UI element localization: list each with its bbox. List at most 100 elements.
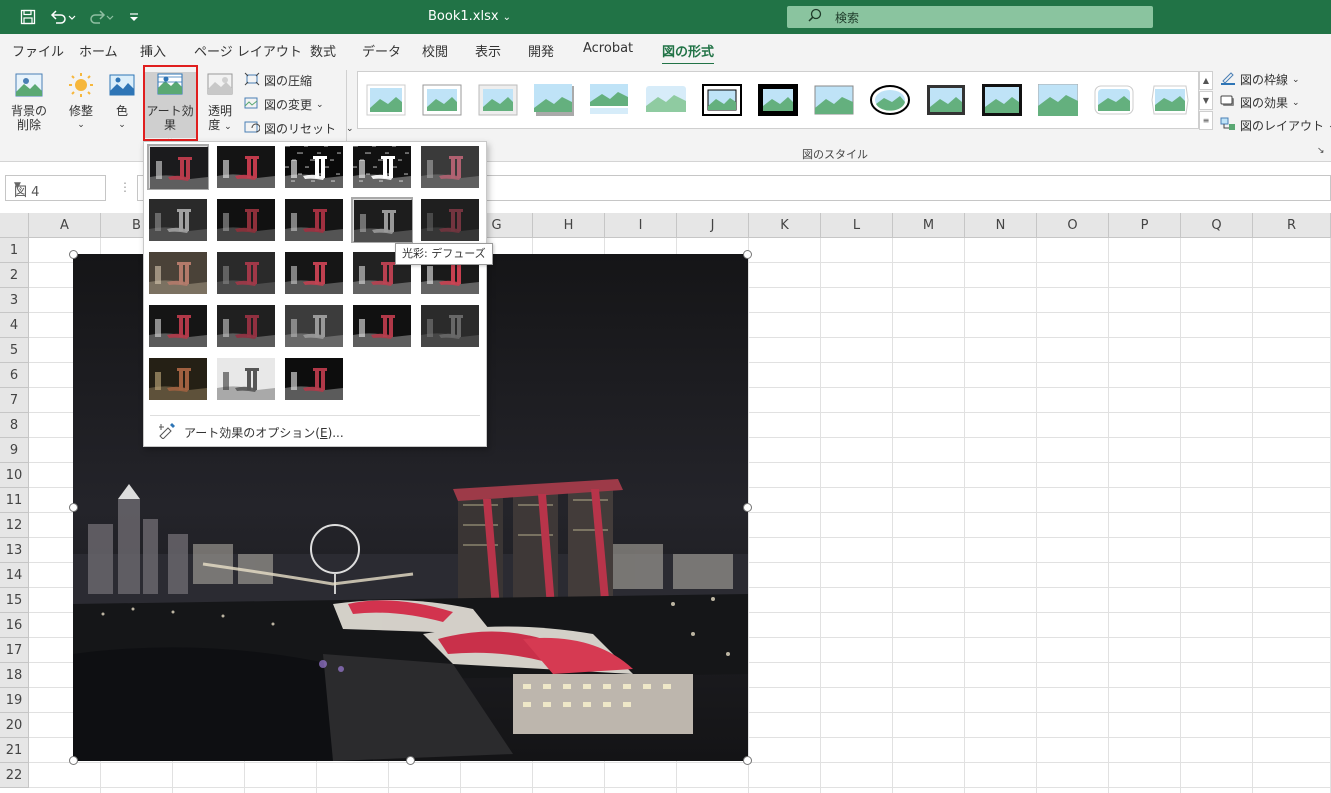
- artistic-effect-thumbnail[interactable]: [215, 197, 277, 243]
- gallery-scroll-down[interactable]: ▼: [1199, 91, 1213, 110]
- artistic-effect-thumbnail[interactable]: [419, 303, 481, 349]
- resize-handle[interactable]: [743, 756, 752, 765]
- row-header[interactable]: 7: [0, 388, 29, 413]
- style-thumbnail[interactable]: [590, 84, 630, 116]
- row-header[interactable]: 3: [0, 288, 29, 313]
- change-picture-button[interactable]: 図の変更 ⌄: [244, 96, 324, 113]
- search-box[interactable]: 検索: [787, 6, 1153, 28]
- tab-developer[interactable]: 開発: [528, 41, 554, 60]
- row-header[interactable]: 20: [0, 713, 29, 738]
- row-header[interactable]: 11: [0, 488, 29, 513]
- style-thumbnail[interactable]: [702, 84, 742, 116]
- column-header[interactable]: O: [1037, 213, 1109, 238]
- column-header[interactable]: N: [965, 213, 1037, 238]
- artistic-effect-thumbnail[interactable]: [283, 303, 345, 349]
- column-header[interactable]: A: [29, 213, 101, 238]
- resize-handle[interactable]: [69, 756, 78, 765]
- row-header[interactable]: 17: [0, 638, 29, 663]
- artistic-effect-thumbnail[interactable]: [419, 144, 481, 190]
- tab-insert[interactable]: 挿入: [140, 41, 166, 60]
- column-header[interactable]: I: [605, 213, 677, 238]
- row-header[interactable]: 21: [0, 738, 29, 763]
- remove-background-button[interactable]: 背景の 削除: [8, 72, 50, 132]
- column-header[interactable]: R: [1253, 213, 1331, 238]
- artistic-effect-thumbnail[interactable]: [215, 144, 277, 190]
- row-header[interactable]: 9: [0, 438, 29, 463]
- tab-view[interactable]: 表示: [475, 41, 501, 60]
- row-header[interactable]: 4: [0, 313, 29, 338]
- tab-review[interactable]: 校閲: [422, 41, 448, 60]
- resize-handle[interactable]: [743, 250, 752, 259]
- artistic-effect-thumbnail[interactable]: [351, 197, 413, 243]
- artistic-effects-options-item[interactable]: アート効果のオプション(E)...: [158, 423, 344, 442]
- style-thumbnail[interactable]: [926, 84, 966, 116]
- style-thumbnail[interactable]: [1150, 84, 1190, 116]
- corrections-button[interactable]: 修整 ⌄: [63, 72, 99, 132]
- style-thumbnail[interactable]: [366, 84, 406, 116]
- artistic-effect-thumbnail[interactable]: [215, 303, 277, 349]
- artistic-effect-thumbnail[interactable]: [283, 197, 345, 243]
- save-icon[interactable]: [18, 7, 38, 27]
- column-header[interactable]: M: [893, 213, 965, 238]
- transparency-button[interactable]: 透明 度 ⌄: [202, 72, 238, 134]
- undo-icon[interactable]: [48, 7, 78, 27]
- column-header[interactable]: L: [821, 213, 893, 238]
- resize-handle[interactable]: [69, 250, 78, 259]
- column-header[interactable]: H: [533, 213, 605, 238]
- row-header[interactable]: 5: [0, 338, 29, 363]
- row-header[interactable]: 1: [0, 238, 29, 263]
- tab-formulas[interactable]: 数式: [310, 41, 336, 60]
- picture-layout-button[interactable]: 図のレイアウト⌄: [1220, 117, 1331, 134]
- picture-effects-button[interactable]: 図の効果 ⌄: [1220, 94, 1300, 111]
- column-header[interactable]: Q: [1181, 213, 1253, 238]
- window-title[interactable]: Book1.xlsx ⌄: [428, 9, 511, 24]
- style-thumbnail[interactable]: [646, 84, 686, 116]
- row-header[interactable]: 6: [0, 363, 29, 388]
- column-header[interactable]: P: [1109, 213, 1181, 238]
- customize-qat-icon[interactable]: [124, 7, 144, 27]
- gallery-more[interactable]: ≡: [1199, 111, 1213, 130]
- style-thumbnail[interactable]: [814, 84, 854, 116]
- artistic-effect-thumbnail[interactable]: [147, 144, 209, 190]
- row-header[interactable]: 13: [0, 538, 29, 563]
- tab-file[interactable]: ファイル: [12, 41, 64, 60]
- resize-handle[interactable]: [406, 756, 415, 765]
- select-all-corner[interactable]: [0, 213, 29, 238]
- tab-page-layout[interactable]: ページ レイアウト: [194, 41, 302, 60]
- column-header[interactable]: K: [749, 213, 821, 238]
- row-header[interactable]: 2: [0, 263, 29, 288]
- row-header[interactable]: 16: [0, 613, 29, 638]
- artistic-effect-thumbnail[interactable]: [147, 356, 209, 402]
- row-header[interactable]: 10: [0, 463, 29, 488]
- artistic-effect-thumbnail[interactable]: [147, 197, 209, 243]
- row-header[interactable]: 19: [0, 688, 29, 713]
- style-thumbnail[interactable]: [870, 84, 910, 116]
- row-header[interactable]: 8: [0, 413, 29, 438]
- artistic-effect-thumbnail[interactable]: [215, 250, 277, 296]
- row-header[interactable]: 12: [0, 513, 29, 538]
- artistic-effect-thumbnail[interactable]: [215, 356, 277, 402]
- style-thumbnail[interactable]: [1037, 83, 1079, 117]
- artistic-effect-thumbnail[interactable]: [419, 197, 481, 243]
- name-box[interactable]: 図 4 ▼: [5, 175, 106, 201]
- artistic-effect-thumbnail[interactable]: [147, 250, 209, 296]
- row-header[interactable]: 18: [0, 663, 29, 688]
- artistic-effect-thumbnail[interactable]: [147, 303, 209, 349]
- resize-handle[interactable]: [743, 503, 752, 512]
- row-header[interactable]: 15: [0, 588, 29, 613]
- style-thumbnail[interactable]: [1094, 84, 1134, 116]
- reset-picture-button[interactable]: 図のリセット ⌄: [244, 120, 354, 137]
- artistic-effect-thumbnail[interactable]: [283, 250, 345, 296]
- tab-home[interactable]: ホーム: [79, 41, 118, 60]
- style-thumbnail[interactable]: [982, 84, 1022, 116]
- color-button[interactable]: 色 ⌄: [106, 72, 138, 132]
- row-header[interactable]: 22: [0, 763, 29, 788]
- dialog-launcher-icon[interactable]: ↘: [1317, 146, 1325, 156]
- resize-handle[interactable]: [69, 503, 78, 512]
- artistic-effect-thumbnail[interactable]: [351, 303, 413, 349]
- gallery-scroll-up[interactable]: ▲: [1199, 71, 1213, 90]
- row-header[interactable]: 14: [0, 563, 29, 588]
- tab-acrobat[interactable]: Acrobat: [583, 41, 633, 56]
- tab-picture-format[interactable]: 図の形式: [662, 41, 715, 66]
- artistic-effect-thumbnail[interactable]: [283, 144, 345, 190]
